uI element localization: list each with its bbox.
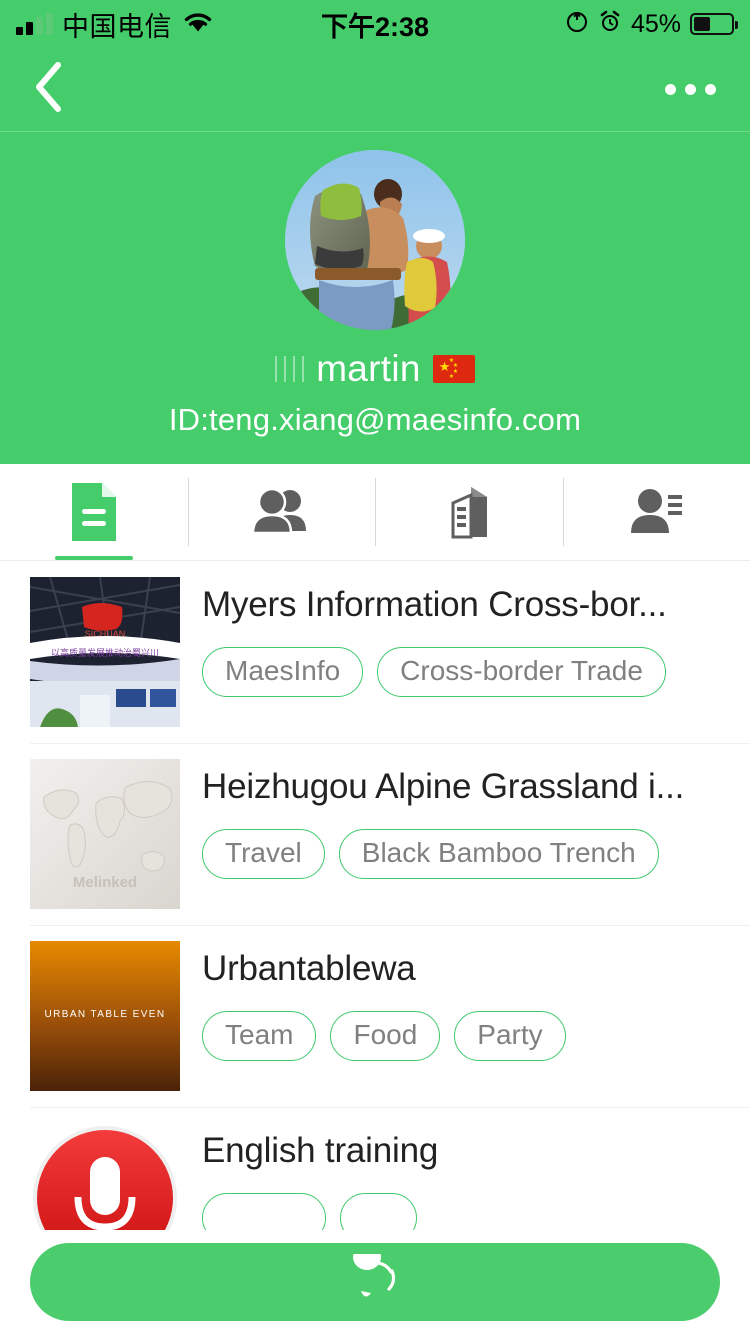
wifi-icon [181, 9, 215, 40]
list-item[interactable]: URBAN TABLE EVEN Urbantablewa Team Food … [0, 925, 750, 1107]
user-id-label: ID:teng.xiang@maesinfo.com [168, 402, 582, 437]
svg-text:Melinked: Melinked [73, 874, 137, 891]
tag[interactable]: Travel [202, 829, 325, 879]
exhibition-booth-photo: SICHUAN 以高质量发展推动治蜀兴川 [30, 577, 180, 727]
back-button[interactable] [22, 60, 76, 119]
rotation-lock-icon [565, 10, 589, 39]
china-flag-icon: ★ ★ ★ ★ ★ [432, 355, 475, 383]
more-options-icon [665, 84, 676, 95]
profile-header: martin ★ ★ ★ ★ ★ ID:teng.xiang@maesinfo.co… [0, 132, 750, 464]
content-list: SICHUAN 以高质量发展推动治蜀兴川 Myers Information C… [0, 561, 750, 1289]
tag[interactable]: Black Bamboo Trench [338, 829, 659, 879]
username-row: martin ★ ★ ★ ★ ★ [0, 348, 750, 390]
urban-table-event-poster: URBAN TABLE EVEN [30, 941, 180, 1091]
carrier-label: 中国电信 [62, 11, 172, 42]
name-prefix-glyphs [275, 356, 305, 382]
list-item-body: Myers Information Cross-bor... MaesInfo … [180, 577, 750, 727]
list-item-title: Myers Information Cross-bor... [202, 585, 667, 624]
people-group-icon [250, 485, 312, 539]
alarm-clock-icon [598, 10, 622, 39]
document-icon [68, 481, 120, 543]
list-item-title: Urbantablewa [202, 949, 416, 988]
tab-bar [0, 464, 750, 560]
list-item-body: Urbantablewa Team Food Party [180, 941, 750, 1091]
building-icon [441, 483, 497, 541]
tab-contacts[interactable] [562, 464, 750, 560]
active-tab-underline [54, 556, 133, 560]
battery-icon [690, 13, 738, 35]
status-bar-left: 中国电信 [16, 5, 215, 44]
tag-row: Team Food Party [202, 1011, 750, 1061]
tag-row: Travel Black Bamboo Trench [202, 829, 750, 879]
status-bar: 中国电信 下午2:38 45% [0, 0, 750, 48]
back-chevron-icon [32, 60, 66, 119]
bottom-action-bar [0, 1230, 750, 1334]
tab-companies[interactable] [375, 464, 563, 560]
list-item[interactable]: Melinked Heizhugou Alpine Grassland i...… [0, 743, 750, 925]
battery-percent: 45% [630, 9, 681, 38]
user-avatar-photo[interactable] [285, 150, 465, 330]
list-item[interactable]: SICHUAN 以高质量发展推动治蜀兴川 Myers Information C… [0, 561, 750, 743]
username-label: martin [316, 348, 421, 389]
list-item-body: Heizhugou Alpine Grassland i... Travel B… [180, 759, 750, 909]
tab-groups[interactable] [187, 464, 376, 560]
chat-button[interactable] [30, 1243, 720, 1321]
status-bar-right: 45% [565, 9, 738, 39]
svg-text:URBAN TABLE EVEN: URBAN TABLE EVEN [45, 1009, 166, 1020]
tag[interactable]: Food [330, 1011, 441, 1061]
nav-bar [0, 48, 750, 132]
tag[interactable]: MaesInfo [202, 647, 364, 697]
tag-row: MaesInfo Cross-border Trade [202, 647, 750, 697]
more-options-button[interactable] [653, 72, 728, 107]
list-item-title: English training [202, 1131, 439, 1170]
tag[interactable]: Party [454, 1011, 566, 1061]
list-item-title: Heizhugou Alpine Grassland i... [202, 767, 685, 806]
chat-bubble-icon [347, 1254, 403, 1310]
contact-card-icon [626, 485, 686, 539]
world-map-placeholder: Melinked [30, 759, 180, 909]
svg-text:以高质量发展推动治蜀兴川: 以高质量发展推动治蜀兴川 [51, 647, 159, 658]
tag[interactable]: Cross-border Trade [377, 647, 666, 697]
signal-bars-icon [16, 13, 53, 35]
tab-documents[interactable] [0, 464, 188, 560]
tag[interactable]: Team [202, 1011, 317, 1061]
app-root: 中国电信 下午2:38 45% martin ★ ★ ★ ★ ★ ID:teng… [0, 0, 750, 1334]
